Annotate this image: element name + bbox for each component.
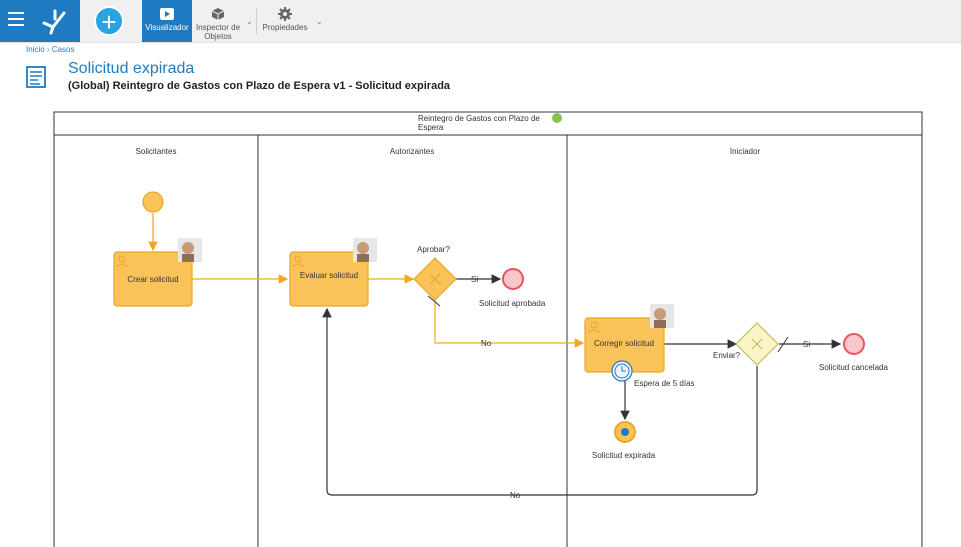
task-evaluar-label: Evaluar solicitud	[300, 271, 358, 280]
start-event[interactable]	[142, 191, 164, 213]
task-crear-label: Crear solicitud	[127, 275, 178, 284]
avatar	[650, 304, 674, 328]
bpmn-diagram: Reintegro de Gastos con Plazo de Espera …	[53, 111, 923, 547]
end-event-cancelada[interactable]	[843, 333, 865, 355]
flow-label-si-2: Si	[803, 340, 810, 349]
pool-title-1: Reintegro de Gastos con Plazo de	[418, 114, 540, 123]
flow-label-si-1: Si	[471, 275, 478, 284]
avatar	[178, 238, 202, 262]
timer-label: Espera de 5 días	[634, 379, 694, 388]
lane-iniciador: Iniciador	[730, 147, 761, 156]
end-expirada-label: Solicitud expirada	[592, 451, 656, 460]
end-event-aprobada[interactable]	[502, 268, 524, 290]
end-aprobada-label: Solicitud aprobada	[479, 299, 546, 308]
gateway-aprobar-label: Aprobar?	[417, 245, 450, 254]
pool-status-indicator	[552, 113, 562, 123]
lane-solicitantes: Solicitantes	[136, 147, 177, 156]
avatar	[353, 238, 377, 262]
pool	[53, 111, 923, 547]
gateway-enviar-label: Enviar?	[713, 351, 741, 360]
lane-autorizantes: Autorizantes	[390, 147, 434, 156]
task-corregir-label: Corregir solicitud	[594, 339, 654, 348]
flow-label-no-1: No	[481, 339, 492, 348]
end-cancelada-label: Solicitud cancelada	[819, 363, 888, 372]
pool-title-2: Espera	[418, 123, 444, 132]
flow-label-no-2: No	[510, 491, 521, 500]
flow-no-evaluar	[322, 307, 758, 496]
